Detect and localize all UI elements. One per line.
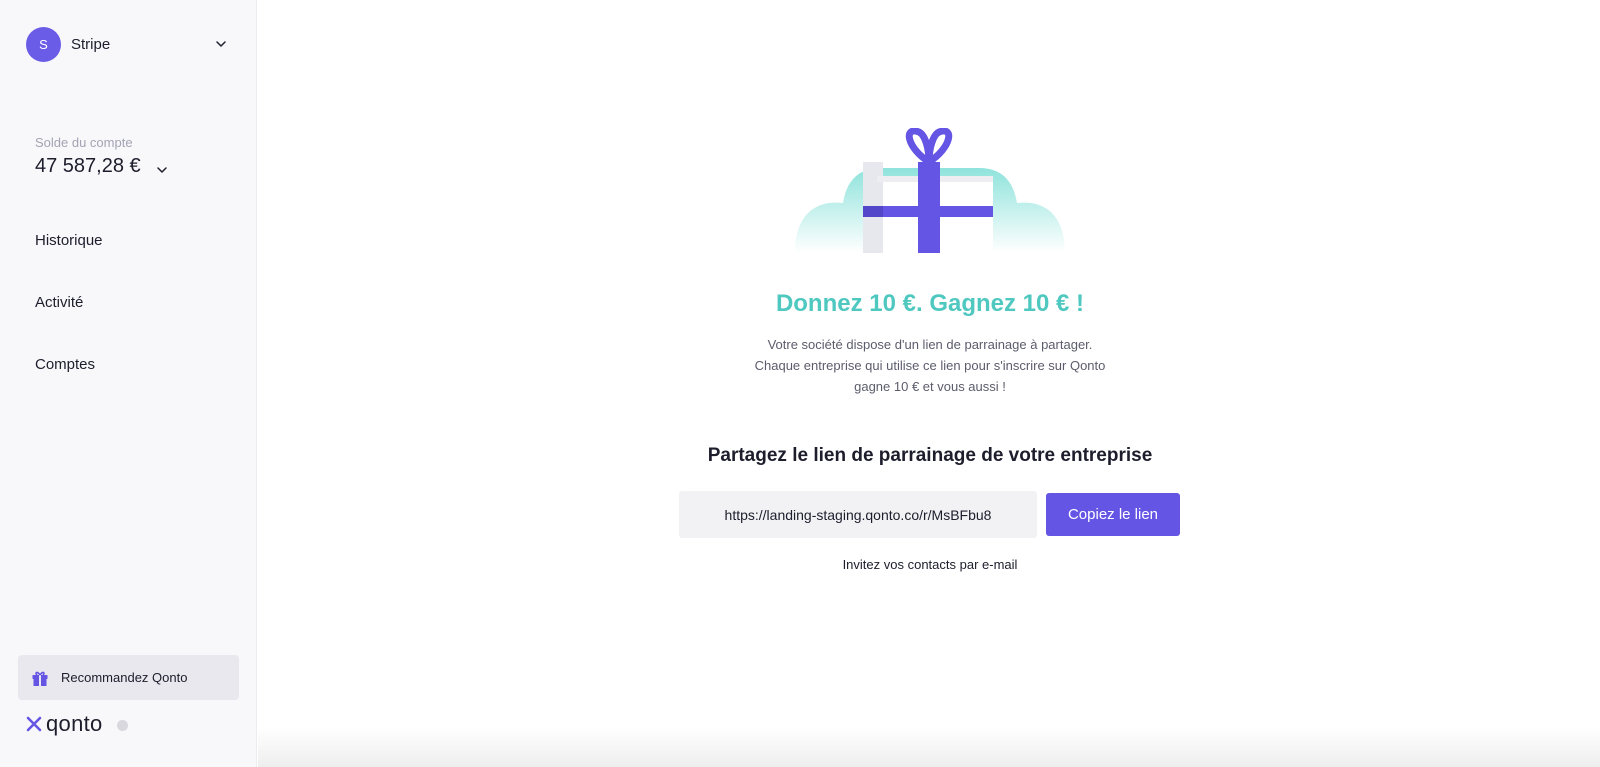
sidebar-item-comptes[interactable]: Comptes — [35, 356, 95, 373]
gift-icon — [32, 671, 48, 686]
gift-illustration — [795, 128, 1065, 253]
balance-label: Solde du compte — [35, 135, 133, 150]
referral-description: Votre société dispose d'un lien de parra… — [754, 337, 1106, 394]
recommend-label: Recommandez Qonto — [61, 670, 188, 685]
chevron-down-icon — [216, 41, 226, 47]
share-title: Partagez le lien de parrainage de votre … — [707, 445, 1153, 466]
brand-name: qonto — [46, 711, 103, 736]
invite-by-email-link[interactable]: Invitez vos contacts par e-mail — [780, 557, 1080, 572]
qonto-logo-icon — [26, 716, 42, 732]
status-dot — [117, 720, 128, 731]
sidebar-item-historique[interactable]: Historique — [35, 232, 103, 249]
sidebar-item-activite[interactable]: Activité — [35, 294, 83, 311]
balance-value: 47 587,28 € — [35, 155, 141, 177]
balance-toggle[interactable]: 47 587,28 € — [35, 155, 169, 178]
chevron-down-icon — [156, 166, 167, 173]
sidebar: S Stripe Solde du compte 47 587,28 € His… — [0, 0, 257, 767]
org-switcher[interactable]: S Stripe — [26, 26, 228, 62]
recommend-qonto-button[interactable]: Recommandez Qonto — [18, 655, 239, 700]
avatar: S — [26, 26, 61, 62]
referral-link-field[interactable] — [679, 491, 1037, 538]
qonto-logo: qonto — [26, 711, 103, 737]
copy-link-button[interactable]: Copiez le lien — [1046, 493, 1180, 536]
org-name: Stripe — [71, 35, 111, 53]
referral-headline: Donnez 10 €. Gagnez 10 € ! — [775, 290, 1085, 317]
